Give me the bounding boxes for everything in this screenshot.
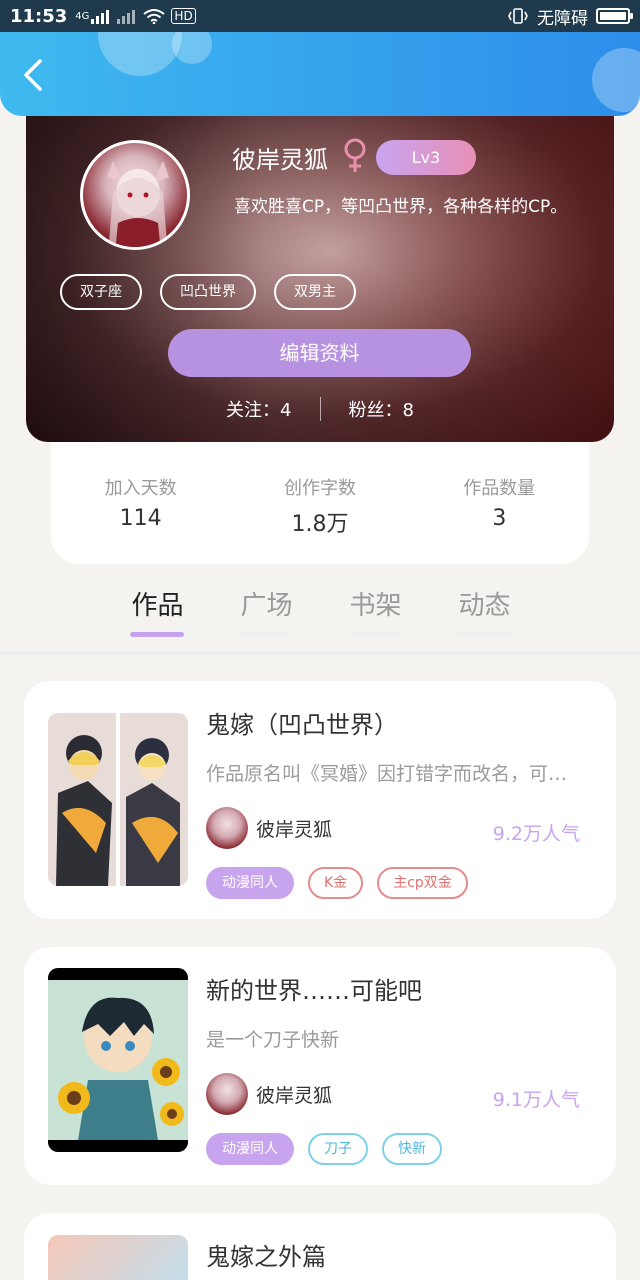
wifi-icon [143,9,166,24]
tab-activity[interactable]: 动态 [457,585,512,637]
author-avatar [206,807,248,849]
work-tag[interactable]: 主cp双金 [377,867,468,899]
tab-label: 广场 [240,591,293,621]
edit-profile-button[interactable]: 编辑资料 [168,329,471,377]
work-tag[interactable]: 刀子 [308,1133,368,1165]
work-title: 鬼嫁（凹凸世界） [206,711,398,739]
tab-indicator [457,632,511,637]
work-author: 彼岸灵狐 [206,1073,332,1115]
work-title: 鬼嫁之外篇 [206,1243,326,1271]
work-tags: 动漫同人 刀子 快新 [206,1133,442,1165]
network-type: 4G [75,10,90,22]
profile-tag[interactable]: 双子座 [60,274,142,310]
signal-icon-2 [117,8,136,24]
work-tags: 动漫同人 K金 主cp双金 [206,867,468,899]
section-divider [0,652,640,655]
tab-bar: 作品 广场 书架 动态 [130,585,512,637]
stat-label: 创作字数 [283,478,356,499]
author-name: 彼岸灵狐 [256,818,333,841]
work-cover [48,968,188,1152]
work-tag[interactable]: K金 [308,867,364,899]
profile-tags: 双子座 凹凸世界 双男主 [60,274,356,310]
work-cover [48,713,188,886]
avatar-illustration [107,161,169,247]
username: 彼岸灵狐 [232,146,328,174]
profile-tag[interactable]: 双男主 [274,274,356,310]
stat-works-count: 作品数量 3 [424,474,574,564]
decor-bubble [172,32,212,64]
fans-label: 粉丝： [348,400,403,421]
tab-indicator [130,632,184,637]
fans-stat[interactable]: 粉丝：8 [349,396,414,422]
avatar[interactable] [80,140,190,250]
stat-value: 3 [492,506,507,531]
accessibility-label: 无障碍 [537,8,588,29]
work-tag[interactable]: 动漫同人 [206,1133,294,1165]
author-avatar [206,1073,248,1115]
work-popularity: 9.2万人气 [492,823,580,845]
level-badge: Lv3 [376,140,476,175]
top-header [0,32,640,116]
stat-label: 作品数量 [463,478,536,499]
tab-indicator [348,632,402,637]
following-stat[interactable]: 关注：4 [226,396,291,422]
battery-icon [596,8,633,24]
divider [319,397,321,421]
vibrate-icon [508,8,528,24]
tab-label: 动态 [458,591,511,621]
work-description: 作品原名叫《冥婚》因打错字而改名，可以说这是一个... [206,763,586,785]
author-name: 彼岸灵狐 [256,1084,333,1107]
back-button[interactable] [20,58,48,92]
profile-tag[interactable]: 凹凸世界 [160,274,256,310]
bio-text: 喜欢胜喜CP，等凹凸世界，各种各样的CP。 [234,197,568,217]
work-card[interactable]: 鬼嫁之外篇 [24,1213,616,1280]
tab-works[interactable]: 作品 [130,585,185,637]
tab-square[interactable]: 广场 [239,585,294,637]
tab-label: 书架 [349,591,402,621]
stat-word-count: 创作字数 1.8万 [245,474,395,564]
work-author: 彼岸灵狐 [206,807,332,849]
stat-value: 1.8万 [291,512,349,537]
work-description: 是一个刀子快新 [206,1029,340,1051]
work-cover [48,1235,188,1280]
tab-bookshelf[interactable]: 书架 [348,585,403,637]
tab-indicator [239,632,293,637]
female-icon [344,138,366,172]
work-popularity: 9.1万人气 [492,1089,580,1111]
status-time: 11:53 [10,5,68,27]
fans-count: 8 [402,400,414,421]
work-tag[interactable]: 动漫同人 [206,867,294,899]
stat-value: 114 [119,506,162,531]
work-tag[interactable]: 快新 [382,1133,442,1165]
stat-label: 加入天数 [104,478,177,499]
decor-bubble [592,48,640,112]
status-bar: 11:53 4G HD 无障碍 [0,0,640,32]
profile-card: 彼岸灵狐 Lv3 喜欢胜喜CP，等凹凸世界，各种各样的CP。 双子座 凹凸世界 … [26,112,614,442]
following-count: 4 [280,400,292,421]
decor-bubble [98,32,182,76]
work-title: 新的世界……可能吧 [206,977,422,1005]
follow-stats: 关注：4 粉丝：8 [26,396,614,422]
signal-icon [91,8,110,24]
work-card[interactable]: 新的世界……可能吧 是一个刀子快新 彼岸灵狐 9.1万人气 动漫同人 刀子 快新 [24,947,616,1185]
tab-label: 作品 [131,591,184,621]
work-card[interactable]: 鬼嫁（凹凸世界） 作品原名叫《冥婚》因打错字而改名，可以说这是一个... 彼岸灵… [24,681,616,919]
stats-card: 加入天数 114 创作字数 1.8万 作品数量 3 [51,440,589,564]
hd-badge: HD [171,8,196,24]
following-label: 关注： [226,400,281,421]
stat-join-days: 加入天数 114 [66,474,216,564]
